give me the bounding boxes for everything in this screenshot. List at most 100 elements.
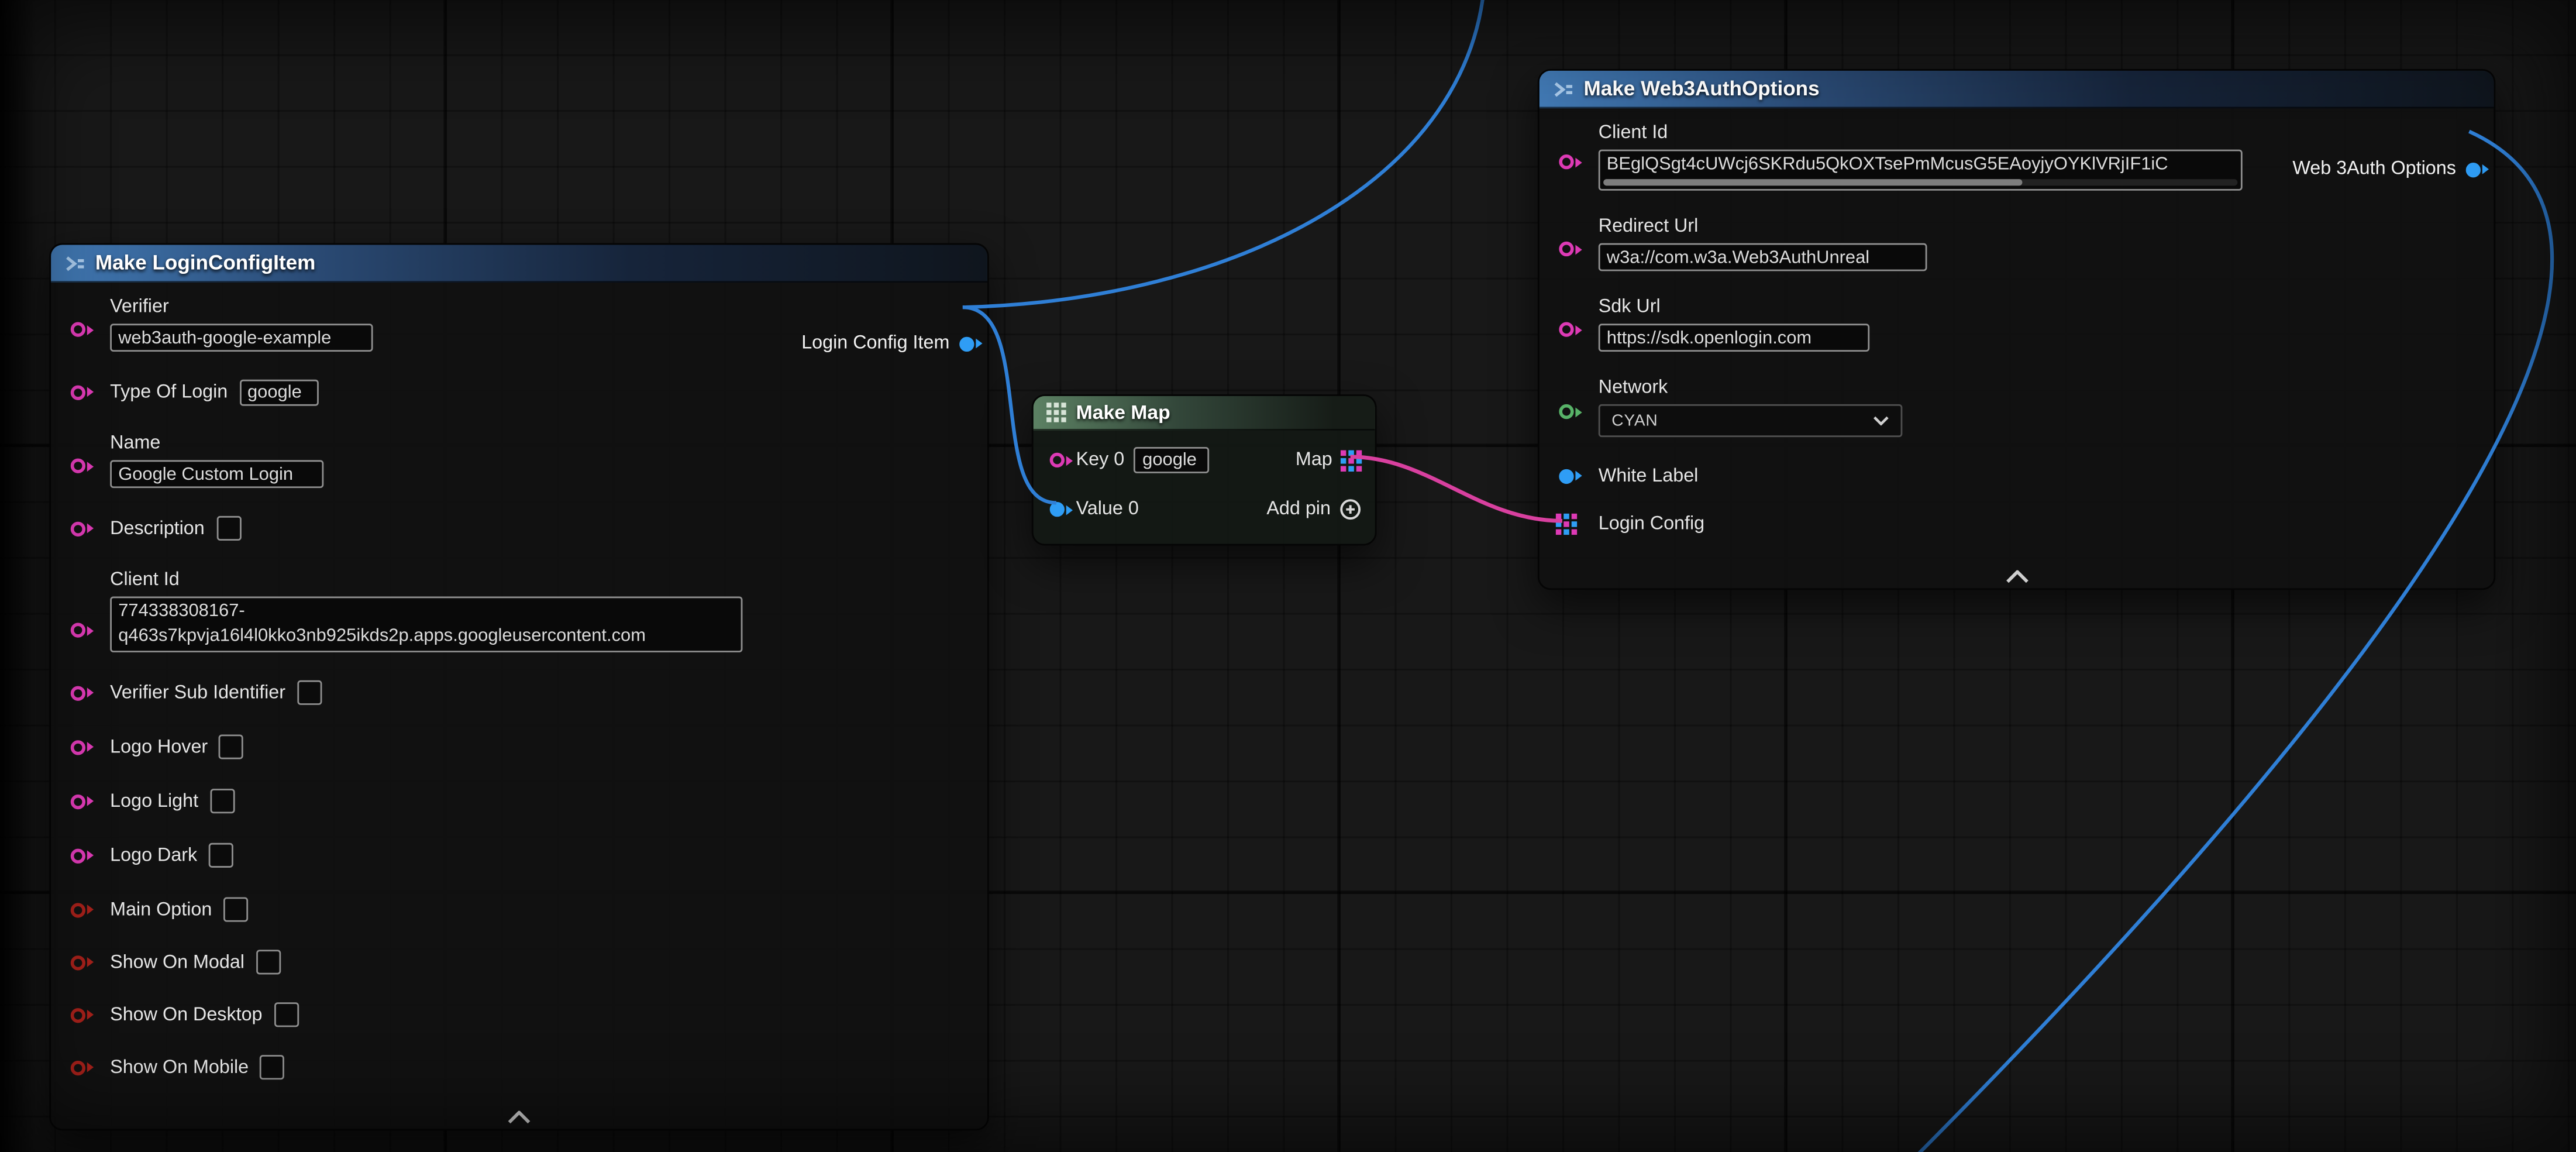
- main-option-label: Main Option: [110, 898, 212, 921]
- blueprint-canvas[interactable]: Make LoginConfigItem Login Config Item V…: [0, 0, 2576, 1152]
- network-label: Network: [1599, 376, 1903, 399]
- field-white-label: White Label: [1556, 462, 2478, 490]
- key-0-pin[interactable]: [1050, 453, 1065, 467]
- logo-dark-label: Logo Dark: [110, 844, 197, 866]
- show-on-modal-pin[interactable]: [71, 955, 85, 969]
- output-pin-label: Login Config Item: [801, 332, 949, 355]
- login-config-label: Login Config: [1599, 512, 1704, 535]
- description-label: Description: [110, 517, 205, 539]
- description-pin[interactable]: [71, 521, 85, 535]
- verifier-sub-identifier-pin[interactable]: [71, 685, 85, 700]
- add-pin-label: Add pin: [1266, 498, 1331, 521]
- show-on-modal-label: Show On Modal: [110, 951, 244, 974]
- field-sdk-url: Sdk Url: [1556, 296, 2478, 352]
- client-id-pin[interactable]: [71, 623, 85, 637]
- value-0-label: Value 0: [1076, 498, 1139, 521]
- logo-hover-input[interactable]: [219, 734, 244, 759]
- client-id-input[interactable]: 774338308167-q463s7kpvja16l4l0kko3nb925i…: [110, 597, 742, 652]
- map-value-row: Value 0 Add pin: [1046, 491, 1362, 528]
- network-pin[interactable]: [1559, 404, 1573, 419]
- type-of-login-pin[interactable]: [71, 384, 85, 399]
- wire-map-to-login-config[interactable]: [1351, 457, 1562, 521]
- output-pin-label: Web 3Auth Options: [2292, 158, 2456, 181]
- field-logo-light: Logo Light: [67, 787, 971, 815]
- field-name: Name: [67, 432, 971, 488]
- show-on-desktop-label: Show On Desktop: [110, 1003, 262, 1026]
- field-show-on-mobile: Show On Mobile: [67, 1053, 971, 1081]
- show-on-mobile-checkbox[interactable]: [260, 1055, 285, 1079]
- show-on-desktop-pin[interactable]: [71, 1007, 85, 1022]
- add-pin-button[interactable]: [1339, 498, 1362, 521]
- name-label: Name: [110, 432, 323, 455]
- network-selected-value: CYAN: [1611, 412, 1658, 430]
- client-id-input[interactable]: BEglQSgt4cUWcj6SKRdu5QkOXTsePmMcusG5EAoy…: [1599, 150, 2243, 191]
- sdk-url-label: Sdk Url: [1599, 296, 1869, 319]
- main-option-checkbox[interactable]: [223, 897, 248, 921]
- show-on-desktop-checkbox[interactable]: [274, 1002, 298, 1027]
- field-type-of-login: Type Of Login: [67, 378, 971, 406]
- make-struct-node-icon: [64, 252, 86, 274]
- field-verifier-sub-identifier: Verifier Sub Identifier: [67, 679, 971, 707]
- verifier-pin[interactable]: [71, 322, 85, 336]
- node-make-loginconfigitem[interactable]: Make LoginConfigItem Login Config Item V…: [49, 243, 989, 1131]
- login-config-item-output-pin[interactable]: [959, 336, 974, 350]
- redirect-url-label: Redirect Url: [1599, 215, 1927, 238]
- field-show-on-modal: Show On Modal: [67, 948, 971, 976]
- field-logo-hover: Logo Hover: [67, 733, 971, 761]
- logo-light-input[interactable]: [210, 789, 235, 813]
- network-dropdown[interactable]: CYAN: [1599, 404, 1903, 437]
- field-description: Description: [67, 514, 971, 542]
- output-row-web3auth-options: Web 3Auth Options: [2292, 158, 2481, 181]
- sdk-url-pin[interactable]: [1559, 322, 1573, 336]
- white-label-pin[interactable]: [1559, 468, 1573, 483]
- client-id-pin[interactable]: [1559, 154, 1573, 169]
- node-title: Make Map: [1076, 401, 1170, 424]
- logo-dark-input[interactable]: [209, 843, 233, 868]
- collapse-chevron[interactable]: [506, 1111, 532, 1124]
- wire-loginconfigitem-to-offscreen-top[interactable]: [963, 0, 1485, 307]
- type-of-login-input[interactable]: [239, 379, 318, 405]
- map-node-icon: [1046, 403, 1066, 422]
- type-of-login-label: Type Of Login: [110, 380, 228, 403]
- logo-light-pin[interactable]: [71, 794, 85, 809]
- horizontal-scrollbar-track[interactable]: [1603, 179, 2237, 185]
- node-title: Make LoginConfigItem: [95, 252, 315, 274]
- verifier-label: Verifier: [110, 296, 373, 319]
- node-make-web3authoptions[interactable]: Make Web3AuthOptions Web 3Auth Options C…: [1538, 69, 2495, 590]
- output-row-login-config-item: Login Config Item: [801, 332, 974, 355]
- map-output-pin[interactable]: [1341, 449, 1362, 471]
- key-0-label: Key 0: [1076, 449, 1125, 472]
- redirect-url-input[interactable]: [1599, 243, 1927, 271]
- client-id-label: Client Id: [110, 569, 742, 592]
- description-input[interactable]: [216, 516, 240, 541]
- node-header-make-web3authoptions[interactable]: Make Web3AuthOptions: [1540, 71, 2494, 109]
- show-on-mobile-pin[interactable]: [71, 1060, 85, 1075]
- sdk-url-input[interactable]: [1599, 324, 1869, 352]
- node-header-make-loginconfigitem[interactable]: Make LoginConfigItem: [51, 245, 987, 283]
- client-id-label: Client Id: [1599, 122, 2243, 145]
- field-main-option: Main Option: [67, 896, 971, 924]
- field-client-id: Client Id 774338308167-q463s7kpvja16l4l0…: [67, 569, 971, 652]
- name-pin[interactable]: [71, 459, 85, 473]
- web-3auth-options-output-pin[interactable]: [2466, 162, 2481, 177]
- verifier-input[interactable]: [110, 324, 373, 352]
- logo-hover-label: Logo Hover: [110, 735, 208, 758]
- collapse-chevron[interactable]: [2003, 570, 2030, 583]
- verifier-sub-identifier-input[interactable]: [297, 680, 322, 705]
- main-option-pin[interactable]: [71, 902, 85, 917]
- node-header-make-map[interactable]: Make Map: [1034, 396, 1375, 431]
- key-0-input[interactable]: [1134, 447, 1210, 473]
- login-config-pin[interactable]: [1556, 513, 1578, 534]
- logo-hover-pin[interactable]: [71, 740, 85, 754]
- show-on-modal-checkbox[interactable]: [256, 950, 281, 974]
- redirect-url-pin[interactable]: [1559, 242, 1573, 256]
- logo-dark-pin[interactable]: [71, 848, 85, 862]
- horizontal-scrollbar-thumb[interactable]: [1603, 179, 2021, 185]
- node-make-map[interactable]: Make Map Key 0 Map: [1032, 394, 1377, 545]
- field-network: Network CYAN: [1556, 376, 2478, 437]
- client-id-value: BEglQSgt4cUWcj6SKRdu5QkOXTsePmMcusG5EAoy…: [1600, 151, 2241, 177]
- chevron-down-icon: [1873, 416, 1889, 426]
- node-title: Make Web3AuthOptions: [1583, 77, 1819, 100]
- map-key-row: Key 0 Map: [1046, 442, 1362, 479]
- name-input[interactable]: [110, 460, 323, 488]
